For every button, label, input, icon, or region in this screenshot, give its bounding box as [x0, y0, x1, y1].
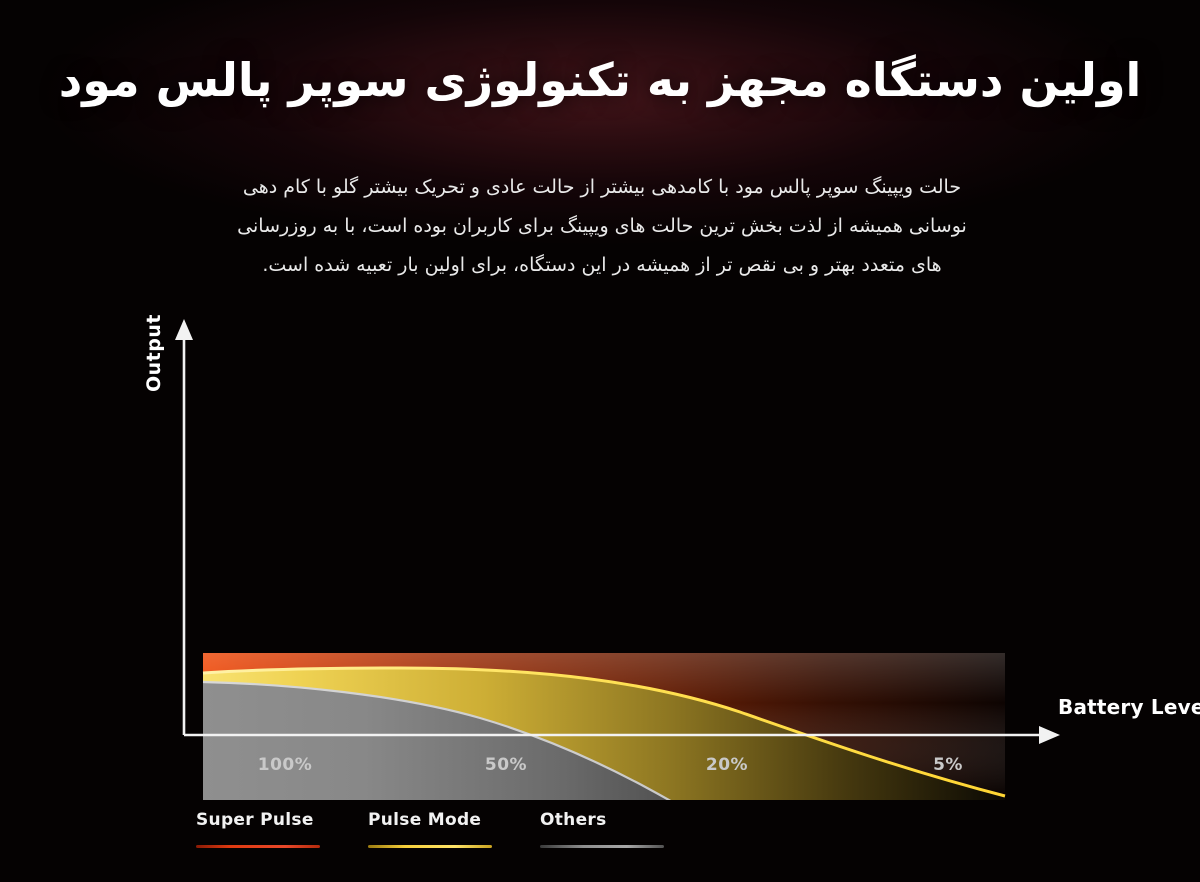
page-title: اولین دستگاه مجهز به تکنولوژی سوپر پالس … — [58, 53, 1142, 107]
description-line-2: نوسانی همیشه از لذت بخش ترین حالت های وی… — [237, 215, 967, 237]
legend-label: Others — [540, 810, 607, 830]
x-tick-label: 50% — [485, 755, 527, 775]
legend-label: Super Pulse — [196, 810, 314, 830]
page-title-container: اولین دستگاه مجهز به تکنولوژی سوپر پالس … — [0, 52, 1200, 110]
x-tick-label: 20% — [706, 755, 748, 775]
y-axis-label: Output — [143, 314, 165, 392]
description-line-1: حالت ویپینگ سوپر پالس مود با کامدهی بیشت… — [242, 176, 962, 198]
chart-legend: Super Pulse Pulse Mode Others — [196, 810, 712, 848]
x-axis-label: Battery Level — [1058, 695, 1200, 719]
promo-page: اولین دستگاه مجهز به تکنولوژی سوپر پالس … — [0, 0, 1200, 882]
legend-label: Pulse Mode — [368, 810, 482, 830]
legend-swatch-others — [540, 845, 664, 848]
description-line-3: های متعدد بهتر و بی نقص تر از همیشه در ا… — [262, 254, 942, 276]
legend-item-super-pulse[interactable]: Super Pulse — [196, 810, 368, 848]
legend-swatch-pulse-mode — [368, 845, 492, 848]
description-paragraph: حالت ویپینگ سوپر پالس مود با کامدهی بیشت… — [96, 168, 1108, 285]
x-tick-label: 5% — [933, 755, 963, 775]
legend-swatch-super-pulse — [196, 845, 320, 848]
legend-item-others[interactable]: Others — [540, 810, 712, 848]
y-axis — [175, 319, 193, 735]
legend-item-pulse-mode[interactable]: Pulse Mode — [368, 810, 540, 848]
output-vs-battery-chart: W W W . V A P O R E S S O . I R Output B… — [0, 300, 1200, 800]
x-tick-label: 100% — [258, 755, 313, 775]
